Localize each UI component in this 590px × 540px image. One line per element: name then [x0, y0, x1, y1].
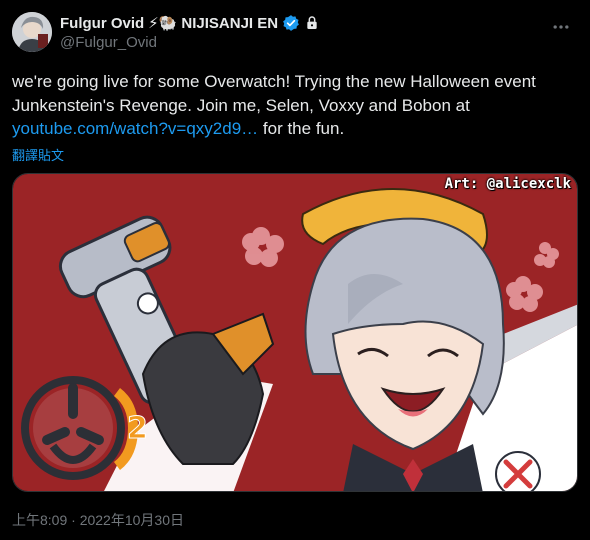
display-name[interactable]: Fulgur Ovid	[60, 15, 144, 32]
name-emoji: ⚡🐏	[148, 15, 178, 32]
svg-text:2: 2	[127, 411, 148, 446]
tweet-text-tail: for the fun.	[258, 119, 345, 138]
avatar[interactable]	[12, 12, 52, 52]
tweet-text-body: we're going live for some Overwatch! Try…	[12, 72, 536, 115]
handle[interactable]: @Fulgur_Ovid	[60, 34, 320, 51]
more-icon	[551, 17, 571, 42]
org-name[interactable]: NIJISANJI EN	[181, 15, 278, 32]
tweet-link[interactable]: youtube.com/watch?v=qxy2d9…	[12, 119, 258, 138]
tweet-header: Fulgur Ovid ⚡🐏 NIJISANJI EN @Fulgur_Ovid	[12, 12, 578, 52]
tweet-media-image[interactable]: 2 Art: @alicexclk	[12, 173, 578, 492]
lock-icon	[304, 15, 320, 31]
art-credit: Art: @alicexclk	[444, 176, 571, 192]
timestamp[interactable]: 上午8:09 · 2022年10月30日	[12, 510, 184, 530]
more-options-button[interactable]	[544, 12, 578, 46]
tweet-text: we're going live for some Overwatch! Try…	[12, 70, 572, 141]
translate-post-link[interactable]: 翻譯貼文	[12, 145, 64, 164]
verified-badge-icon	[282, 14, 300, 32]
